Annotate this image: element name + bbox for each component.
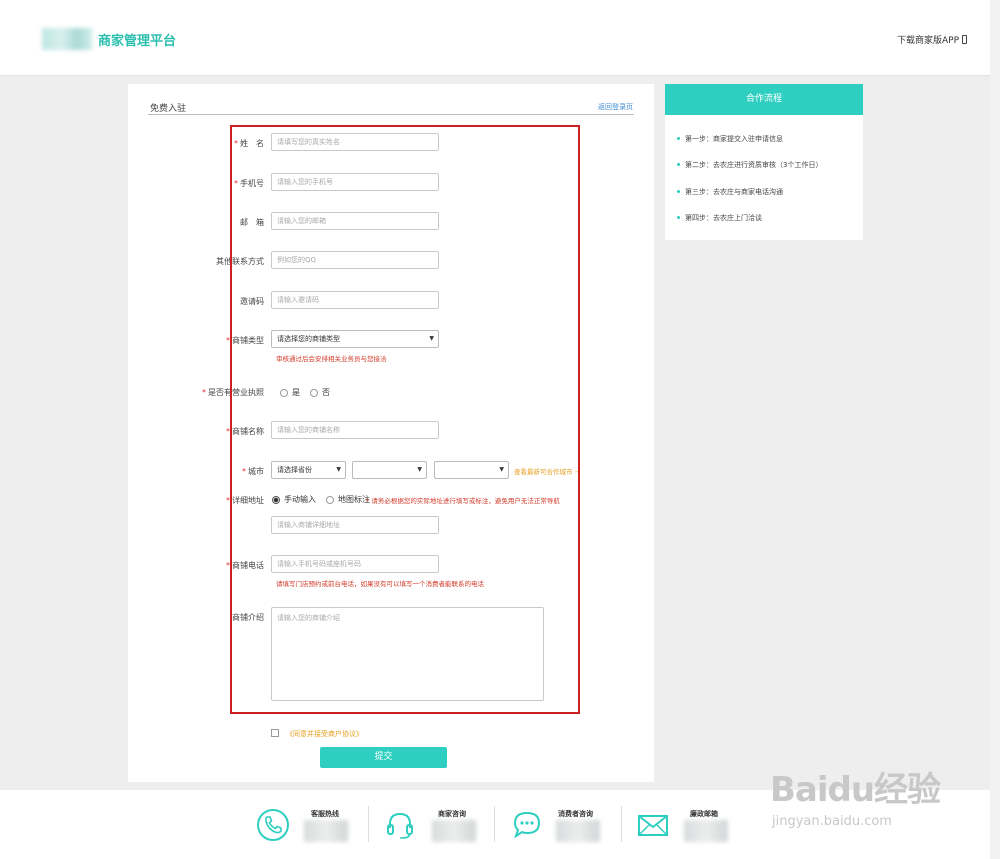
agreement-link[interactable]: 《同意并接受商户协议》	[286, 729, 363, 739]
chat-icon	[513, 811, 541, 839]
process-title: 合作流程	[665, 84, 863, 115]
intro-textarea[interactable]: 请输入您的商铺介绍	[271, 607, 544, 701]
phone-input[interactable]: 请输入您的手机号	[271, 173, 439, 191]
footer-consumer-value	[556, 820, 600, 842]
other-contact-input[interactable]: 例如您的QQ	[271, 251, 439, 269]
download-app-link[interactable]: 下载商家版APP	[897, 33, 968, 46]
footer-merchant-value	[432, 820, 476, 842]
shop-type-hint: 审核通过后会安排相关业务员与您接洽	[276, 355, 387, 363]
city-label: * 城市	[242, 467, 264, 476]
mail-icon	[638, 815, 668, 836]
address-mode-radio-group: 手动输入 地图标注	[272, 494, 370, 505]
dropdown-arrow-icon: ▼	[417, 466, 422, 473]
logo-image[interactable]	[42, 28, 92, 50]
cooperation-process-panel: 合作流程 第一步：商家提交入驻申请信息 第二步：去农庄进行资质审核（3个工作日）…	[665, 84, 863, 240]
province-select[interactable]: 请选择省份 ▼	[271, 461, 346, 479]
license-label: * 是否有营业执照	[202, 388, 264, 397]
footer-divider	[494, 806, 495, 842]
back-to-login-link[interactable]: 返回登录页	[598, 102, 633, 112]
dropdown-arrow-icon: ▼	[429, 335, 434, 342]
headset-icon	[387, 812, 413, 839]
process-step: 第一步：商家提交入驻申请信息	[677, 134, 783, 144]
dropdown-arrow-icon: ▼	[336, 466, 341, 473]
footer-mail-title: 廉政邮箱	[690, 810, 718, 818]
license-no-label: 否	[322, 388, 330, 397]
process-step: 第四步：去农庄上门洽谈	[677, 213, 762, 223]
shop-name-label: * 商铺名称	[226, 427, 264, 436]
name-label: * 姓 名	[234, 139, 264, 148]
shop-phone-hint: 请填写门店预约或前台电话，如果没有可以填写一个消费者能联系的电话	[276, 580, 484, 588]
other-contact-label: 其他联系方式	[216, 257, 264, 266]
name-input[interactable]: 请填写您的真实姓名	[271, 133, 439, 151]
address-detail-input[interactable]: 请输入商铺详细地址	[271, 516, 439, 534]
shop-phone-label: * 商铺电话	[226, 561, 264, 570]
process-step: 第三步：去农庄与商家电话沟通	[677, 187, 783, 197]
email-input[interactable]: 请输入您的邮箱	[271, 212, 439, 230]
manual-input-label: 手动输入	[284, 495, 316, 504]
address-hint: * 请务必根据您的实际地址进行填写或标注，避免用户无法正常导航	[366, 497, 560, 505]
watermark-url-text: jingyan.baidu.com	[772, 814, 892, 829]
city-select[interactable]: ▼	[352, 461, 427, 479]
scrollbar[interactable]	[990, 0, 1000, 859]
footer-divider	[368, 806, 369, 842]
map-mark-radio[interactable]	[326, 495, 334, 504]
footer-consumer-title: 消费者咨询	[558, 810, 593, 818]
watermark-main-text: Baidu经验	[770, 770, 941, 810]
agree-checkbox[interactable]	[271, 729, 279, 737]
invite-code-label: 邀请码	[240, 297, 264, 306]
download-app-label: 下载商家版APP	[897, 36, 960, 46]
shop-type-label: * 商铺类型	[226, 336, 264, 345]
license-yes-label: 是	[292, 388, 300, 397]
manual-input-radio[interactable]	[272, 495, 280, 504]
footer-hotline-title: 客服热线	[311, 810, 339, 818]
phone-label: * 手机号	[234, 179, 264, 188]
section-title: 免费入驻	[150, 104, 187, 114]
footer-mail-value	[684, 820, 728, 842]
license-radio-group: 是 否	[280, 387, 330, 398]
view-cities-link[interactable]: 查看最新可合作城市 →	[514, 466, 580, 476]
license-no-radio[interactable]	[310, 388, 318, 397]
email-label: 邮 箱	[240, 218, 264, 227]
baidu-jingyan-watermark: Baidu经验 jingyan.baidu.com	[770, 762, 970, 832]
brand-title: 商家管理平台	[98, 34, 177, 49]
process-step: 第二步：去农庄进行资质审核（3个工作日）	[677, 160, 822, 170]
footer-merchant-title: 商家咨询	[438, 810, 466, 818]
submit-button[interactable]: 提交	[320, 747, 447, 768]
shop-type-select[interactable]: 请选择您的商铺类型 ▼	[271, 330, 439, 348]
shop-phone-input[interactable]: 请输入手机号码或座机号码	[271, 555, 439, 573]
footer-hotline-value	[304, 820, 348, 842]
phone-icon	[257, 809, 289, 841]
title-divider	[148, 114, 634, 115]
mobile-phone-icon	[962, 35, 968, 44]
shop-name-input[interactable]: 请输入您的商铺名称	[271, 421, 439, 439]
address-label: * 详细地址	[226, 496, 264, 505]
dropdown-arrow-icon: ▼	[499, 466, 504, 473]
intro-label: 商铺介绍	[232, 613, 264, 622]
license-yes-radio[interactable]	[280, 388, 288, 397]
footer-divider	[621, 806, 622, 842]
district-select[interactable]: ▼	[434, 461, 509, 479]
invite-code-input[interactable]: 请输入邀请码	[271, 291, 439, 309]
top-header: 商家管理平台 下载商家版APP	[0, 0, 990, 76]
